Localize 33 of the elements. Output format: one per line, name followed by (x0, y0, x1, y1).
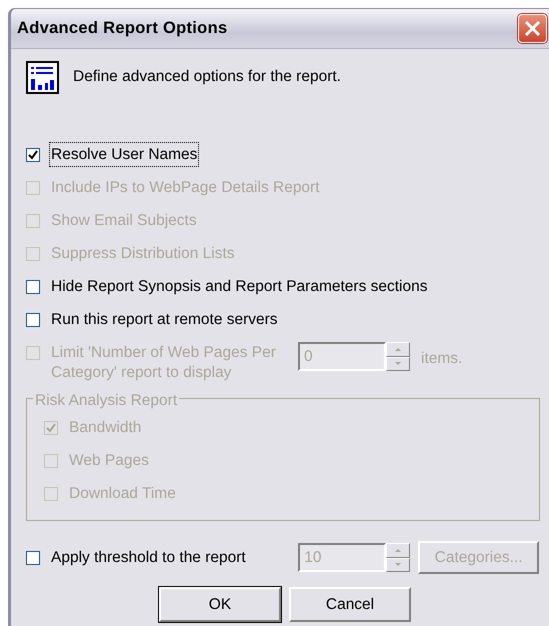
spin-up-button[interactable] (386, 342, 410, 356)
checkbox-label: Web Pages (68, 450, 150, 471)
close-button[interactable] (518, 14, 547, 43)
up-arrow-icon (394, 346, 402, 352)
checkbox-label: Download Time (68, 484, 177, 504)
checkbox-label: Apply threshold to the report (50, 548, 247, 568)
description-text: Define advanced options for the report. (73, 67, 341, 87)
up-arrow-icon (394, 548, 402, 553)
window-title: Advanced Report Options (17, 18, 228, 40)
report-icon (26, 61, 59, 94)
check-icon (46, 422, 56, 432)
items-label: items. (420, 349, 464, 369)
spin-up-button[interactable] (386, 543, 410, 558)
checkbox-label: Suppress Distribution Lists (50, 244, 236, 264)
checkbox[interactable] (26, 550, 40, 564)
checkbox-label: Resolve User Names (49, 142, 200, 168)
checkbox-label: Run this report at remote servers (50, 310, 279, 330)
checkbox[interactable] (26, 312, 40, 326)
checkbox[interactable] (26, 280, 40, 294)
checkbox-label: Include IPs to WebPage Details Report (50, 178, 321, 198)
spin-down-button[interactable] (386, 356, 410, 371)
spin-down-button[interactable] (386, 558, 410, 572)
checkbox[interactable] (26, 148, 40, 162)
down-arrow-icon (394, 562, 402, 568)
checkbox-label: Show Email Subjects (50, 210, 198, 231)
down-arrow-icon (394, 361, 402, 366)
dialog-button[interactable]: Cancel (289, 587, 411, 622)
checkbox-label: Bandwidth (68, 418, 142, 438)
check-icon (28, 150, 38, 160)
checkbox-label: Hide Report Synopsis and Report Parameters sections (50, 276, 428, 297)
close-icon (524, 20, 541, 37)
dialog-button[interactable]: OK (159, 587, 281, 622)
checkbox-label: Limit 'Number of Web Pages Per Category' report to display (50, 343, 277, 383)
